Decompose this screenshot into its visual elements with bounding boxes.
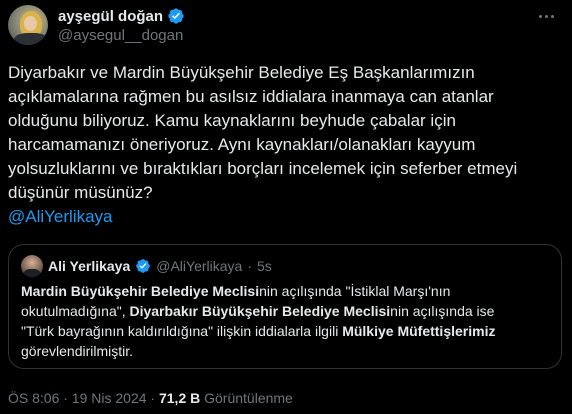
more-dot [544, 14, 548, 18]
quoted-author-avatar [21, 255, 43, 277]
tweet-text-line: Diyarbakır ve Mardin Büyükşehir Belediye… [8, 63, 475, 82]
avatar-face [24, 16, 37, 31]
quoted-separator: · [247, 258, 252, 274]
views-count: 71,2 B [158, 390, 201, 406]
quoted-author-handle: @AliYerlikaya [156, 258, 243, 274]
author-display-name[interactable]: ayşegül doğan [58, 8, 163, 25]
verified-badge-icon [136, 259, 151, 273]
meta-separator: · [150, 390, 156, 406]
views-label: Görüntülenme [204, 390, 293, 406]
tweet-text-line: harcamamanızı öneriyoruz. Aynı kaynaklar… [8, 135, 476, 154]
quoted-tweet-card[interactable]: Ali Yerlikaya @AliYerlikaya · 5s Mardin … [8, 244, 562, 369]
tweet-text-line: açıklamalarına rağmen bu asılsız iddiala… [8, 87, 494, 106]
mention-link[interactable]: @AliYerlikaya [8, 205, 560, 229]
quoted-text-run: nin açılışında ise [390, 303, 495, 319]
quoted-text-line: Mardin Büyükşehir Belediye Meclisinin aç… [21, 281, 551, 301]
quoted-time: 5s [257, 258, 272, 274]
quoted-text-bold: Mardin Büyükşehir Belediye Meclisi [21, 283, 260, 299]
avatar-coat [14, 33, 48, 45]
quoted-tweet-text: Mardin Büyükşehir Belediye Meclisinin aç… [21, 281, 551, 361]
author-handle[interactable]: @aysegul__dogan [58, 27, 183, 44]
quoted-text-line: okutulmadığına", Diyarbakır Büyükşehir B… [21, 301, 551, 321]
quoted-tweet-header: Ali Yerlikaya @AliYerlikaya · 5s [21, 255, 272, 277]
quoted-text-line: görevlendirilmiştir. [21, 341, 551, 361]
quoted-text-run: görevlendirilmiştir. [21, 343, 134, 359]
tweet-text-line: olduğunu biliyoruz. Kamu kaynaklarını be… [8, 111, 456, 130]
tweet-timestamp[interactable]: ÖS 8:06 · 19 Nis 2024 [8, 390, 147, 406]
verified-badge-icon[interactable] [167, 7, 185, 25]
tweet-text-line: düşünür müsünüz? [8, 183, 153, 202]
quoted-author-name: Ali Yerlikaya [48, 258, 131, 274]
more-dot [550, 14, 554, 18]
tweet-text: Diyarbakır ve Mardin Büyükşehir Belediye… [8, 61, 560, 229]
author-name-row: ayşegül doğan [58, 6, 185, 26]
more-dot [538, 14, 542, 18]
quoted-text-run: okutulmadığına", [21, 303, 130, 319]
quoted-text-run: nin açılışında "İstiklal Marşı'nın [259, 283, 451, 299]
quoted-text-bold: Diyarbakır Büyükşehir Belediye Meclisi [129, 303, 391, 319]
quoted-text-run: "Türk bayrağının kaldırıldığına" ilişkin… [21, 323, 343, 339]
more-options-icon[interactable] [536, 8, 556, 24]
author-avatar[interactable] [8, 5, 48, 45]
quoted-text-line: "Türk bayrağının kaldırıldığına" ilişkin… [21, 321, 551, 341]
tweet-meta: ÖS 8:06 · 19 Nis 2024 · 71,2 B Görüntüle… [8, 390, 293, 406]
quoted-text-bold: Mülkiye Müfettişlerimiz [342, 323, 496, 339]
tweet-text-line: yolsuzluklarını ve bıraktıkları borçları… [8, 159, 518, 178]
